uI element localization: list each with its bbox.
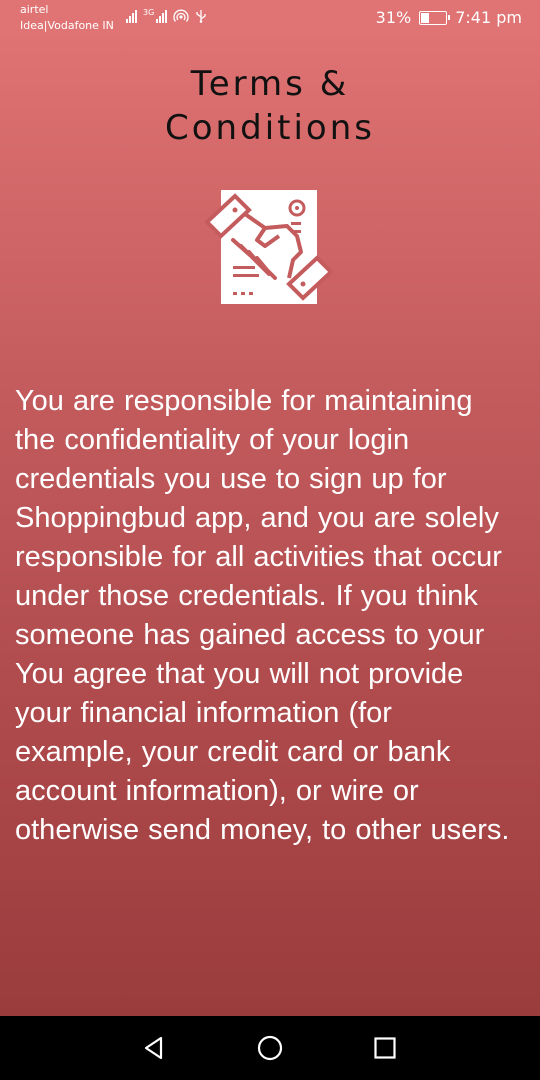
hotspot-icon xyxy=(173,9,189,22)
page-title-line1: Terms & xyxy=(190,64,350,104)
battery-icon xyxy=(419,10,451,25)
terms-body-text: You are responsible for maintaining the … xyxy=(15,385,510,846)
back-button[interactable] xyxy=(140,1034,168,1062)
carrier-secondary: Idea|Vodafone IN xyxy=(20,19,114,32)
signal-strength-icon xyxy=(126,9,137,23)
battery-percent: 31% xyxy=(375,8,412,27)
back-triangle-icon xyxy=(144,1036,163,1060)
usb-icon xyxy=(196,10,206,23)
page-title-line2: Conditions xyxy=(165,108,375,148)
home-circle-icon xyxy=(257,1035,283,1061)
status-bar: airtel Idea|Vodafone IN 3G 31% 7:41 pm xyxy=(0,0,540,36)
clock-time: 7:41 pm xyxy=(455,8,522,27)
status-right: 31% 7:41 pm xyxy=(376,8,522,27)
carrier-primary: airtel xyxy=(20,3,49,16)
status-icons: 3G xyxy=(126,9,207,23)
handshake-agreement-icon xyxy=(205,190,333,304)
recents-button[interactable] xyxy=(371,1034,399,1062)
recents-square-icon xyxy=(374,1037,396,1059)
network-type-label: 3G xyxy=(143,8,155,17)
mobile-data-icon: 3G xyxy=(143,8,168,23)
page-title: Terms & Conditions xyxy=(0,62,540,150)
home-button[interactable] xyxy=(256,1034,284,1062)
battery-level-fill xyxy=(421,12,429,23)
navigation-bar xyxy=(0,1016,540,1080)
terms-screen: airtel Idea|Vodafone IN 3G 31% 7:41 pm T… xyxy=(0,0,540,1080)
